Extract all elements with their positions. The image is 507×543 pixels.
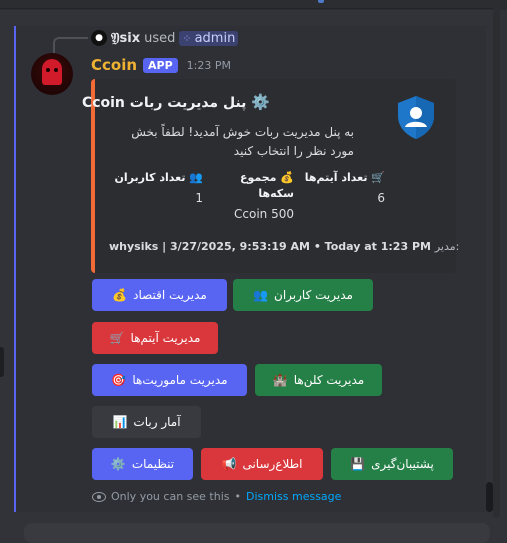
cart-icon: 🛒 bbox=[109, 331, 125, 345]
ephemeral-text: Only you can see this bbox=[111, 490, 230, 503]
mission-management-button[interactable]: مدیریت ماموریت‌ها 🎯 bbox=[92, 364, 247, 396]
interaction-reference[interactable]: ● 𝔜six used ⁘ admin bbox=[91, 29, 239, 47]
clan-management-button[interactable]: مدیریت کلن‌ها 🏰 bbox=[255, 364, 382, 396]
scrollbar-track[interactable] bbox=[493, 0, 500, 518]
button-label: اطلاع‌رسانی bbox=[242, 457, 303, 471]
embed-title-text: پنل مدیریت ربات Ccoin bbox=[81, 95, 247, 111]
announce-button[interactable]: اطلاع‌رسانی 📢 bbox=[201, 448, 323, 480]
bot-stats-button[interactable]: آمار ربات 📊 bbox=[92, 406, 201, 438]
user-management-button[interactable]: مدیریت کاربران 👥 bbox=[233, 279, 373, 311]
reply-connector-line bbox=[53, 37, 88, 53]
previous-message-edge bbox=[0, 0, 507, 10]
embed-description: به پنل مدیریت ربات خوش آمدید! لطفاً بخش … bbox=[131, 125, 354, 158]
button-label: مدیریت اقتصاد bbox=[133, 288, 207, 302]
target-icon: 🎯 bbox=[111, 373, 127, 387]
money-bag-icon: 💰 bbox=[112, 288, 128, 302]
left-panel-handle[interactable] bbox=[0, 347, 4, 377]
app-badge: APP bbox=[143, 57, 178, 73]
gear-icon: ⚙️ bbox=[251, 93, 270, 111]
field-name: 👥 تعداد کاربران bbox=[114, 171, 203, 184]
footer-admin-label: مدیر: bbox=[434, 240, 460, 253]
field-user-count: 👥 تعداد کاربران 1 bbox=[113, 170, 203, 205]
message-composer[interactable] bbox=[24, 523, 490, 543]
ephemeral-notice: Only you can see this • Dismiss message bbox=[92, 490, 341, 503]
gear-icon: ⚙️ bbox=[110, 457, 126, 471]
dismiss-message-link[interactable]: Dismiss message bbox=[246, 490, 341, 503]
field-value: 6 bbox=[377, 191, 385, 205]
footer-text: whysiks | 3/27/2025, 9:53:19 AM • Today … bbox=[109, 240, 431, 253]
megaphone-icon: 📢 bbox=[221, 457, 237, 471]
slash-command-mention[interactable]: ⁘ admin bbox=[179, 30, 239, 46]
button-label: مدیریت ماموریت‌ها bbox=[132, 373, 228, 387]
button-label: مدیریت کلن‌ها bbox=[293, 373, 365, 387]
admin-panel-embed: ⚙️ پنل مدیریت ربات Ccoin به پنل مدیریت ر… bbox=[82, 79, 459, 273]
field-value: 1 bbox=[195, 191, 203, 205]
embed-footer: whysiks | 3/27/2025, 9:53:19 AM • Today … bbox=[109, 240, 459, 253]
field-name: 🛒 تعداد آیتم‌ها bbox=[304, 171, 385, 184]
slash-command-icon: ⁘ bbox=[182, 31, 192, 45]
reply-username[interactable]: 𝔜six bbox=[111, 31, 140, 46]
button-label: مدیریت کاربران bbox=[274, 288, 353, 302]
message-header: Ccoin APP 1:23 PM bbox=[91, 55, 231, 75]
bot-username[interactable]: Ccoin bbox=[91, 56, 137, 74]
field-value: 500 Ccoin bbox=[234, 207, 294, 221]
items-management-button[interactable]: مدیریت آیتم‌ها 🛒 bbox=[92, 322, 218, 354]
economy-management-button[interactable]: مدیریت اقتصاد 💰 bbox=[92, 279, 227, 311]
embed-title: ⚙️ پنل مدیریت ربات Ccoin bbox=[82, 93, 270, 111]
slash-command-name: admin bbox=[194, 30, 236, 46]
settings-button[interactable]: تنظیمات ⚙️ bbox=[92, 448, 193, 480]
previous-message-bar bbox=[0, 0, 493, 9]
floppy-disk-icon: 💾 bbox=[350, 457, 366, 471]
field-name: 💰 مجموع سکه‌ها bbox=[239, 171, 294, 200]
button-label: مدیریت آیتم‌ها bbox=[130, 331, 201, 345]
castle-icon: 🏰 bbox=[272, 373, 288, 387]
button-label: پشتیبان‌گیری bbox=[371, 457, 434, 471]
scrollbar-thumb[interactable] bbox=[486, 482, 493, 512]
embed-fields: 🛒 تعداد آیتم‌ها 6 💰 مجموع سکه‌ها 500 Cco… bbox=[109, 170, 409, 230]
field-total-coins: 💰 مجموع سکه‌ها 500 Ccoin bbox=[204, 170, 294, 221]
users-icon: 👥 bbox=[253, 288, 269, 302]
bot-avatar[interactable] bbox=[31, 53, 73, 95]
message-timestamp[interactable]: 1:23 PM bbox=[187, 59, 231, 72]
bar-chart-icon: 📊 bbox=[112, 415, 128, 429]
field-item-count: 🛒 تعداد آیتم‌ها 6 bbox=[295, 170, 385, 205]
button-label: آمار ربات bbox=[133, 415, 181, 429]
previous-link-edge bbox=[318, 0, 324, 3]
reply-used-text: used bbox=[144, 30, 176, 46]
ephemeral-separator: • bbox=[234, 490, 242, 503]
shield-user-icon bbox=[398, 96, 434, 139]
eye-icon bbox=[92, 491, 106, 502]
reply-user-avatar[interactable]: ● bbox=[91, 30, 107, 46]
ghost-avatar-icon bbox=[42, 59, 62, 85]
backup-button[interactable]: پشتیبان‌گیری 💾 bbox=[331, 448, 453, 480]
button-label: تنظیمات bbox=[131, 457, 175, 471]
